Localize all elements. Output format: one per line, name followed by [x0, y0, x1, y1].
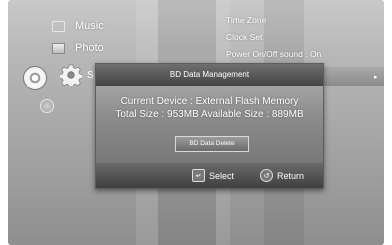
settings-label-partial: S	[87, 70, 94, 81]
menu-item-photo-label: Photo	[75, 42, 104, 54]
menu-item-time-zone[interactable]: Time Zone	[226, 12, 321, 29]
tv-screen: Music Photo Time Zone Clock Set Power On…	[8, 0, 384, 245]
current-device-text: Current Device : External Flash Memory	[120, 96, 299, 107]
size-info-text: Total Size : 953MB Available Size : 889M…	[115, 109, 304, 120]
disc-label: DVD	[27, 83, 37, 88]
enter-key-icon: ↵	[192, 169, 205, 182]
gear-icon[interactable]	[60, 64, 82, 86]
menu-item-power-sound[interactable]: Power On/Off sound : On	[226, 46, 321, 63]
globe-icon[interactable]	[40, 99, 54, 113]
bd-data-management-dialog: BD Data Management Current Device : Exte…	[95, 63, 324, 189]
menu-item-clock-set[interactable]: Clock Set	[226, 29, 321, 46]
menu-item-photo[interactable]: Photo	[52, 42, 104, 54]
select-button[interactable]: ↵ Select	[192, 169, 234, 182]
submenu-arrow-icon: ▸	[374, 74, 378, 81]
menu-item-music-label: Music	[75, 20, 104, 32]
select-label: Select	[209, 170, 235, 181]
photo-icon	[52, 42, 65, 54]
dialog-title: BD Data Management	[96, 64, 323, 86]
return-label: Return	[277, 170, 305, 181]
bd-data-delete-button[interactable]: BD Data Delete	[175, 136, 249, 152]
return-key-icon: ↺	[260, 169, 273, 182]
settings-submenu: Time Zone Clock Set Power On/Off sound :…	[226, 12, 321, 63]
menu-item-music[interactable]: Music	[52, 20, 104, 32]
music-icon	[52, 20, 65, 32]
return-button[interactable]: ↺ Return	[260, 169, 304, 182]
dialog-footer: ↵ Select ↺ Return	[96, 163, 323, 188]
